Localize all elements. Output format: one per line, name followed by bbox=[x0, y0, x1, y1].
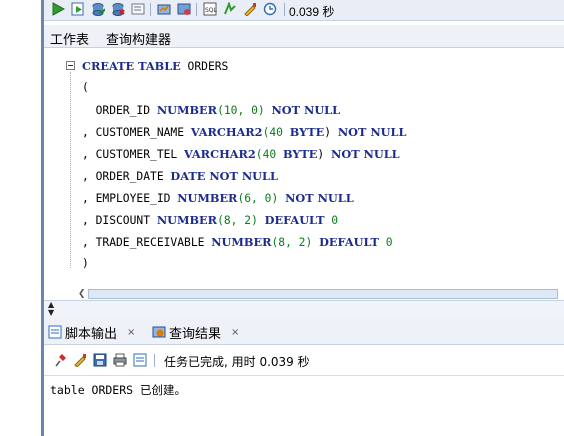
code-line: , ORDER_DATE DATE NOT NULL bbox=[82, 169, 278, 183]
code-line: , EMPLOYEE_ID NUMBER(6, 0) NOT NULL bbox=[82, 191, 354, 205]
task-status-text: 任务已完成, 用时 0.039 秒 bbox=[164, 355, 310, 369]
code-line: , TRADE_RECEIVABLE NUMBER(8, 2) DEFAULT … bbox=[82, 235, 393, 249]
print-icon[interactable] bbox=[112, 352, 128, 368]
rollback-icon[interactable] bbox=[110, 1, 126, 17]
clear-icon[interactable] bbox=[242, 1, 258, 17]
pin-icon[interactable] bbox=[52, 352, 68, 368]
script-output-area[interactable]: table ORDERS 已创建。 bbox=[44, 376, 564, 436]
close-icon[interactable]: × bbox=[231, 327, 239, 338]
execution-time: 0.039 秒 bbox=[289, 5, 335, 19]
toolbar-separator bbox=[284, 3, 285, 16]
sql-tuning-icon[interactable]: SQL bbox=[202, 1, 218, 17]
toolbar-separator bbox=[196, 3, 197, 16]
run-script-icon[interactable] bbox=[70, 1, 86, 17]
code-line: ) bbox=[82, 257, 89, 270]
close-icon[interactable]: × bbox=[127, 327, 135, 338]
tab-worksheet[interactable]: 工作表 bbox=[50, 29, 89, 48]
toolbar-separator bbox=[150, 3, 151, 16]
output-message: table ORDERS 已创建。 bbox=[50, 383, 187, 397]
editor-tab-bar: 工作表 查询构建器 bbox=[44, 25, 564, 48]
toolbar-separator bbox=[154, 354, 155, 367]
horizontal-scrollbar[interactable] bbox=[88, 289, 558, 299]
code-line: , DISCOUNT NUMBER(8, 2) DEFAULT 0 bbox=[82, 213, 339, 227]
fold-guide bbox=[70, 72, 71, 268]
explain-plan-icon[interactable] bbox=[176, 1, 192, 17]
cancel-icon[interactable] bbox=[130, 1, 146, 17]
tab-script-output-label: 脚本输出 bbox=[65, 326, 118, 342]
history-icon[interactable] bbox=[262, 1, 278, 17]
panel-splitter[interactable]: ▲ ▼ bbox=[44, 300, 564, 320]
autotrace-icon[interactable] bbox=[156, 1, 172, 17]
collapse-toggle-icon[interactable] bbox=[66, 61, 75, 70]
tab-query-builder[interactable]: 查询构建器 bbox=[106, 29, 171, 48]
query-result-icon bbox=[152, 326, 166, 338]
code-line: , CUSTOMER_TEL VARCHAR2(40 BYTE) NOT NUL… bbox=[82, 147, 400, 161]
code-line: , CUSTOMER_NAME VARCHAR2(40 BYTE) NOT NU… bbox=[82, 125, 407, 139]
run-statement-icon[interactable] bbox=[50, 1, 66, 17]
svg-text:SQL: SQL bbox=[205, 7, 217, 14]
output-tab-bar: 脚本输出 × 查询结果 × bbox=[44, 318, 564, 345]
worksheet-toolbar: SQL 0.039 秒 bbox=[44, 0, 564, 21]
tab-query-result[interactable]: 查询结果 × bbox=[152, 322, 239, 342]
left-blank-area bbox=[0, 0, 41, 436]
format-icon[interactable] bbox=[222, 1, 238, 17]
scroll-left-icon[interactable]: ❮ bbox=[78, 289, 88, 299]
commit-icon[interactable] bbox=[90, 1, 106, 17]
tab-script-output[interactable]: 脚本输出 × bbox=[48, 322, 135, 342]
sql-editor[interactable]: CREATE TABLE ORDERS ( ORDER_ID NUMBER(10… bbox=[44, 48, 564, 288]
code-line: ( bbox=[82, 81, 89, 94]
code-line: CREATE TABLE ORDERS bbox=[82, 59, 229, 73]
tab-query-result-label: 查询结果 bbox=[169, 326, 222, 342]
code-line: ORDER_ID NUMBER(10, 0) NOT NULL bbox=[82, 103, 341, 117]
script-output-icon bbox=[48, 325, 62, 339]
clear-output-icon[interactable] bbox=[72, 352, 88, 368]
save-icon[interactable] bbox=[92, 352, 108, 368]
splitter-arrows-icon[interactable]: ▲ ▼ bbox=[48, 301, 54, 317]
output-toolbar: 任务已完成, 用时 0.039 秒 bbox=[44, 345, 564, 376]
output-log-icon[interactable] bbox=[132, 352, 148, 368]
